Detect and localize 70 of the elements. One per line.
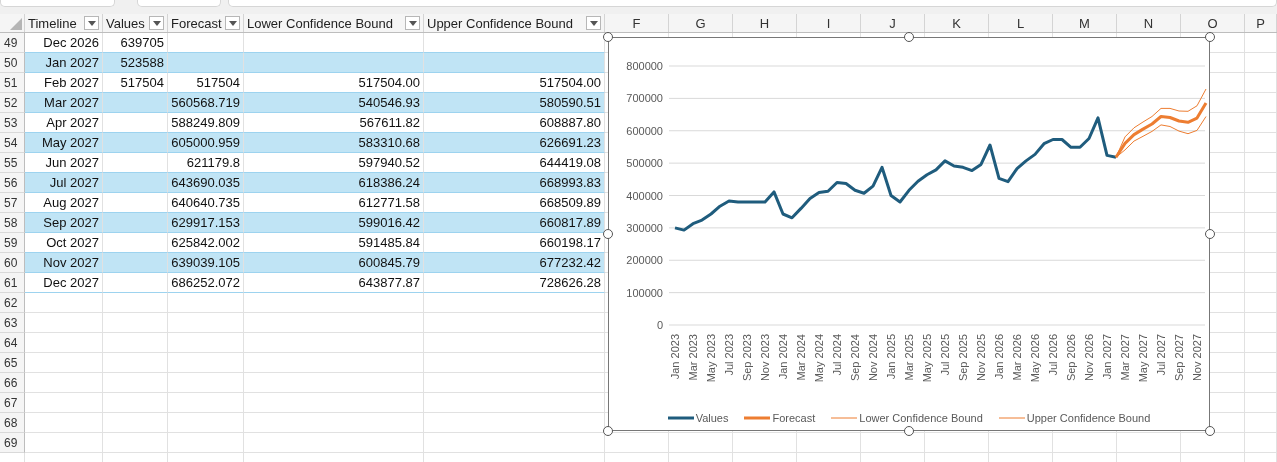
column-header: Timeline xyxy=(28,15,77,31)
table-cell: 560568.719 xyxy=(168,93,244,113)
column-header: Forecast xyxy=(171,15,222,31)
legend-label: Lower Confidence Bound xyxy=(859,412,983,424)
x-axis-label: Jan 2027 xyxy=(1101,334,1113,380)
table-cell: Nov 2027 xyxy=(25,253,103,273)
y-axis-label: 200000 xyxy=(626,254,663,267)
x-axis-label: May 2024 xyxy=(813,334,825,383)
x-axis-label: Sep 2026 xyxy=(1065,334,1077,382)
x-axis-label: Jan 2026 xyxy=(993,334,1005,380)
y-axis-label: 600000 xyxy=(626,124,663,137)
table-cell: 629917.153 xyxy=(168,213,244,233)
table-cell: 580590.51 xyxy=(424,93,605,113)
table-cell: 639039.105 xyxy=(168,253,244,273)
table-cell: 668993.83 xyxy=(424,173,605,193)
x-axis-label: Jan 2025 xyxy=(885,334,897,380)
y-axis-label: 800000 xyxy=(626,60,663,72)
x-axis-label: Mar 2024 xyxy=(795,334,807,381)
x-axis-label: May 2027 xyxy=(1137,334,1149,383)
column-header: Upper Confidence Bound xyxy=(427,15,573,31)
legend-label: Forecast xyxy=(772,412,816,424)
y-axis-label: 0 xyxy=(656,319,663,331)
table-cell: 677232.42 xyxy=(424,253,605,273)
table-cell: 523588 xyxy=(103,53,168,73)
x-axis-label: Jan 2024 xyxy=(777,334,789,380)
table-cell: 540546.93 xyxy=(244,93,424,113)
x-axis-label: Nov 2026 xyxy=(1083,334,1095,382)
x-axis-label: Nov 2023 xyxy=(759,334,771,382)
x-axis-label: Nov 2025 xyxy=(975,334,987,382)
y-axis-label: 100000 xyxy=(626,286,663,299)
table-cell: 605000.959 xyxy=(168,133,244,153)
x-axis-label: May 2026 xyxy=(1029,334,1041,383)
x-axis-label: Jul 2027 xyxy=(1155,334,1167,376)
table-cell: 599016.42 xyxy=(244,213,424,233)
x-axis-label: Jul 2024 xyxy=(831,334,843,376)
legend-label: Upper Confidence Bound xyxy=(1026,412,1151,424)
table-cell: May 2027 xyxy=(25,133,103,153)
x-axis-label: Jan 2023 xyxy=(669,334,681,380)
column-header: Lower Confidence Bound xyxy=(247,15,393,31)
x-axis-label: May 2023 xyxy=(705,334,717,383)
x-axis-label: Nov 2027 xyxy=(1191,334,1203,382)
x-axis-label: Mar 2023 xyxy=(687,334,699,381)
table-cell: Jul 2027 xyxy=(25,173,103,193)
x-axis-label: Sep 2024 xyxy=(849,334,861,382)
x-axis-label: Sep 2023 xyxy=(741,334,753,382)
x-axis-label: Jul 2023 xyxy=(723,334,735,376)
x-axis-label: May 2025 xyxy=(921,334,933,383)
table-cell: 660817.89 xyxy=(424,213,605,233)
table-cell: Jan 2027 xyxy=(25,53,103,73)
x-axis-label: Jul 2025 xyxy=(939,334,951,376)
x-axis-label: Jul 2026 xyxy=(1047,334,1059,376)
table-cell: 643690.035 xyxy=(168,173,244,193)
legend-label: Values xyxy=(695,412,729,424)
x-axis-label: Nov 2024 xyxy=(867,334,879,382)
table-cell: 618386.24 xyxy=(244,173,424,193)
y-axis-label: 500000 xyxy=(626,157,663,170)
column-header: Values xyxy=(106,15,145,31)
table-cell: Sep 2027 xyxy=(25,213,103,233)
y-axis-label: 700000 xyxy=(626,92,663,105)
table-cell: 626691.23 xyxy=(424,133,605,153)
y-axis-label: 300000 xyxy=(626,221,663,234)
x-axis-label: Mar 2026 xyxy=(1011,334,1023,381)
table-cell: 583310.68 xyxy=(244,133,424,153)
x-axis-label: Sep 2027 xyxy=(1173,334,1185,382)
x-axis-label: Mar 2027 xyxy=(1119,334,1131,381)
table-cell: 600845.79 xyxy=(244,253,424,273)
x-axis-label: Mar 2025 xyxy=(903,334,915,381)
x-axis-label: Sep 2025 xyxy=(957,334,969,382)
table-cell: Mar 2027 xyxy=(25,93,103,113)
y-axis-label: 400000 xyxy=(626,189,663,202)
